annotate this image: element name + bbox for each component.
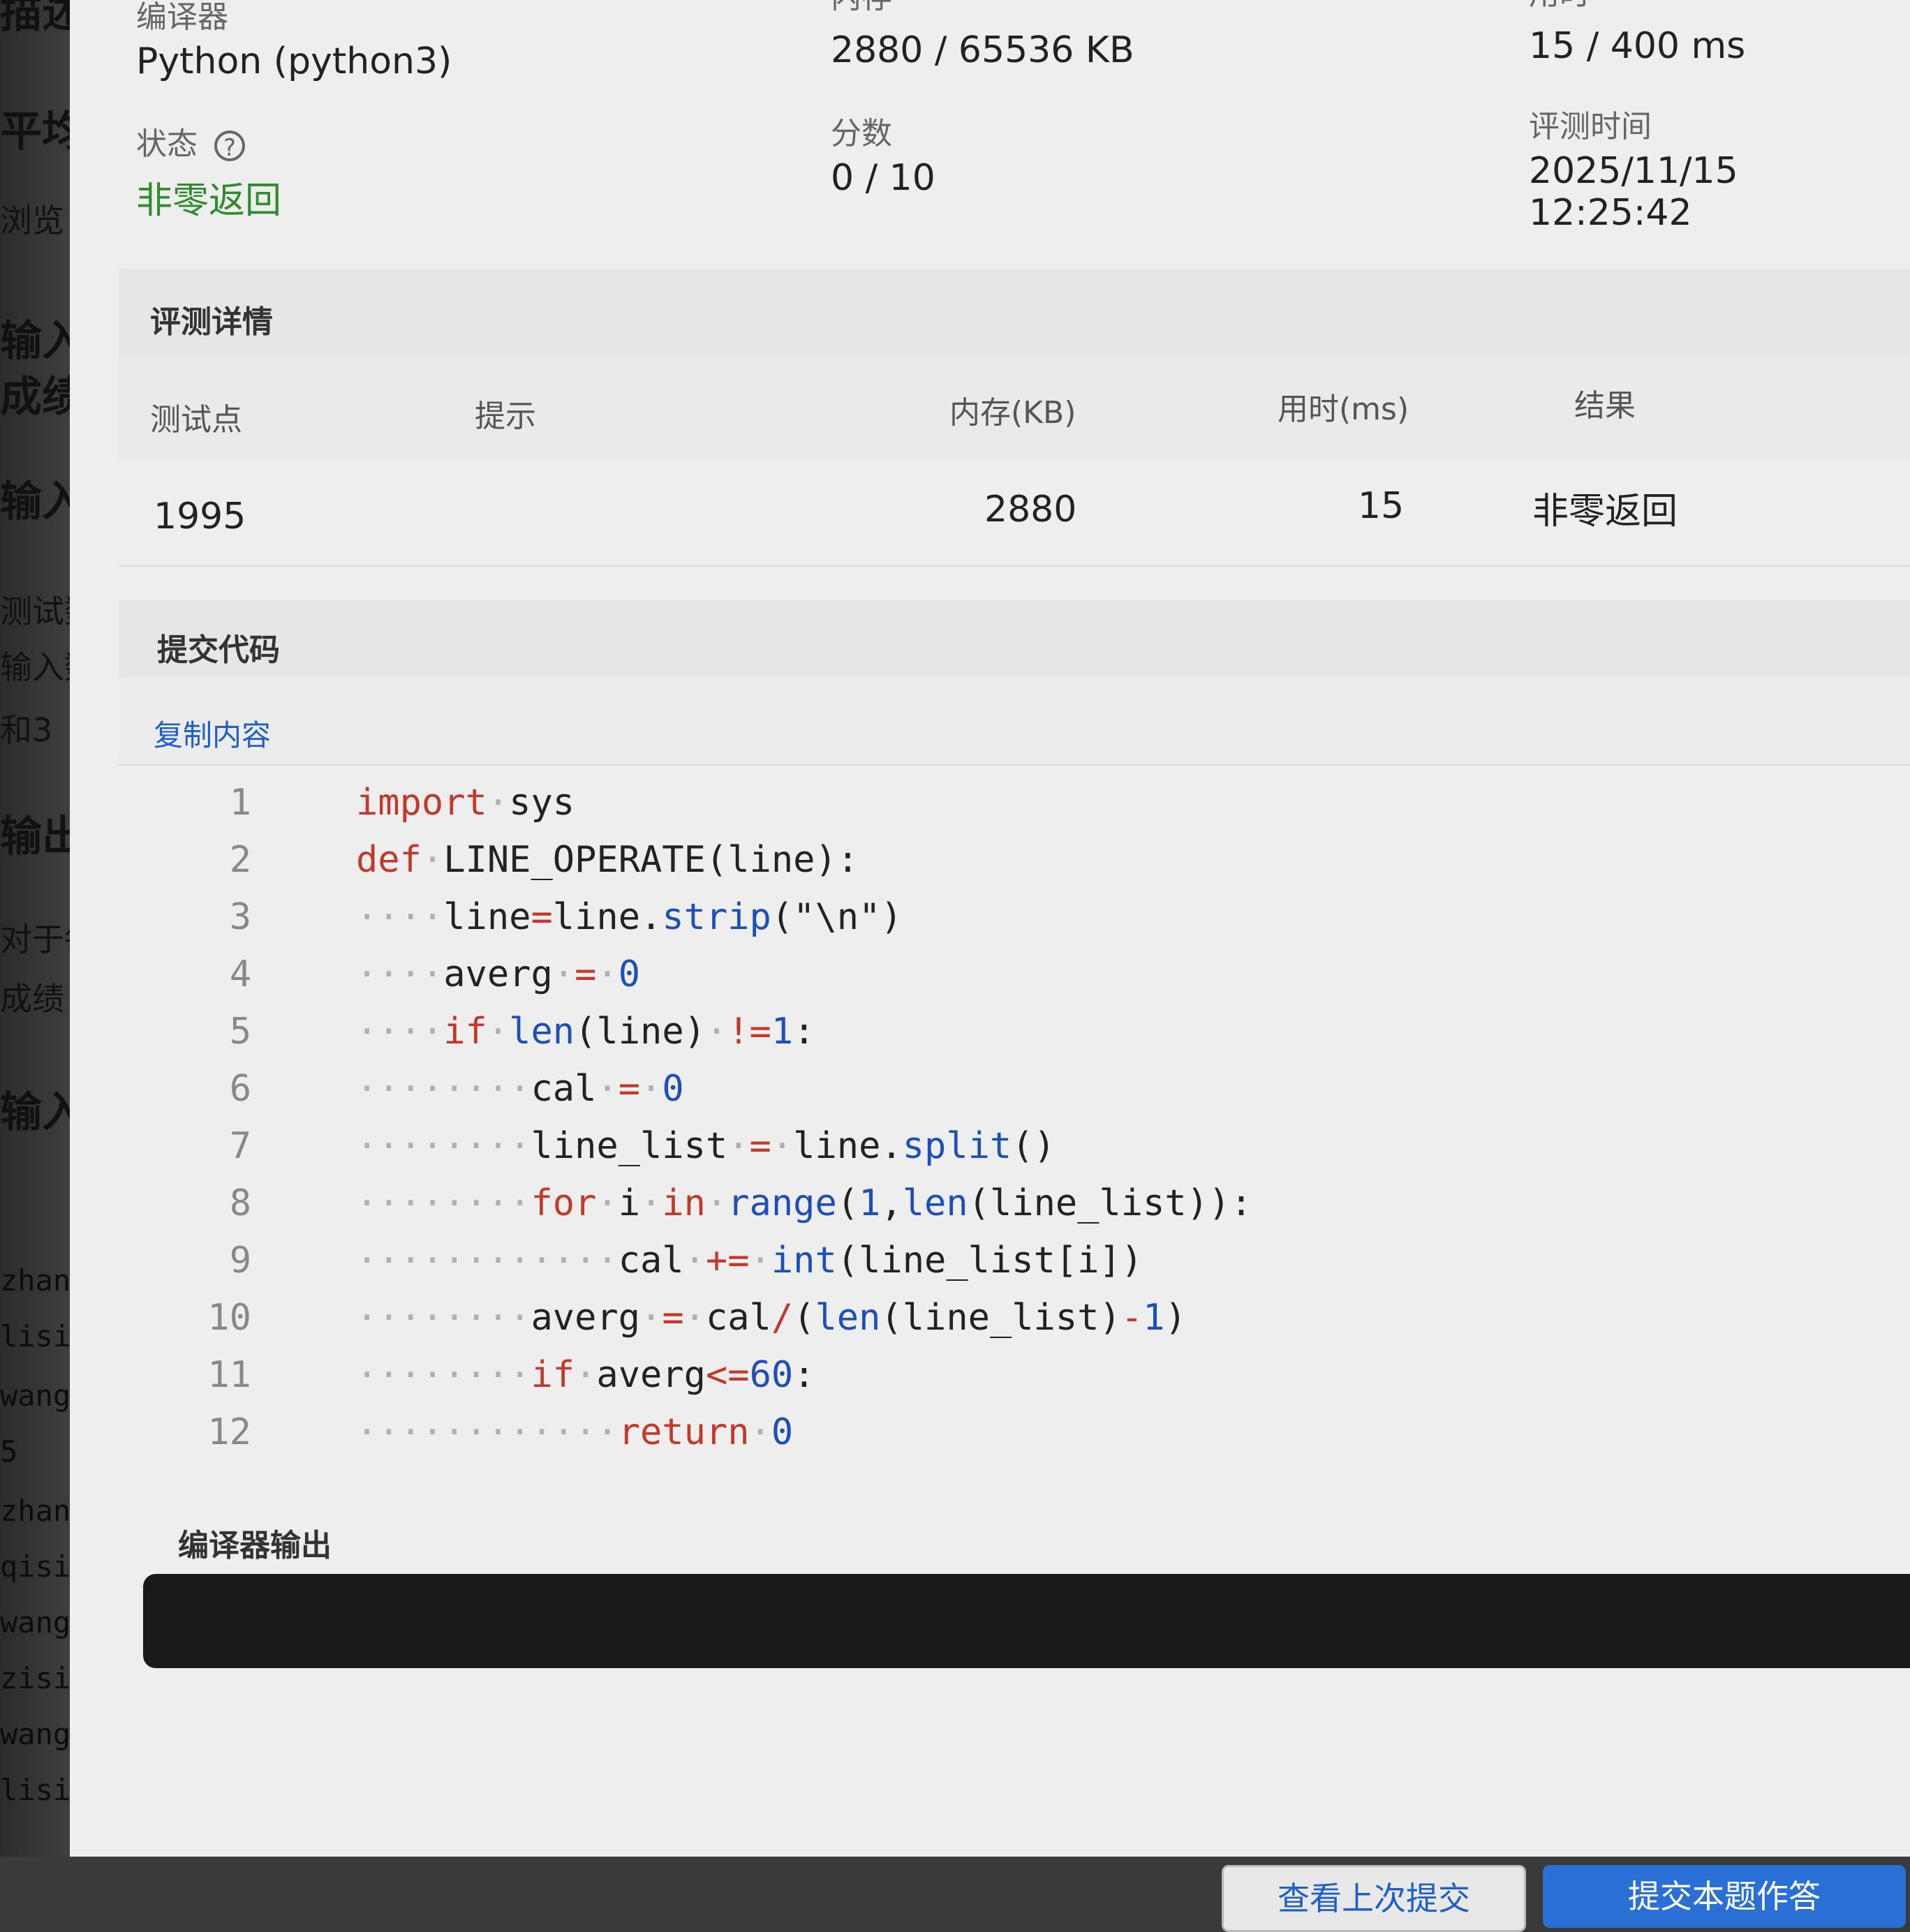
line-number: 12 (207, 1411, 251, 1453)
code-text: ········line_list·=·line.split() (356, 1125, 1056, 1167)
memory-value: 2880 / 65536 KB (831, 29, 1134, 71)
line-number: 11 (207, 1354, 251, 1396)
score-value: 0 / 10 (831, 157, 935, 199)
result-cell: 非零返回 (1532, 491, 1678, 533)
code-text: ········cal·=·0 (356, 1068, 684, 1110)
judge-details-header: 评测详情 (119, 269, 1910, 356)
status-value: 非零返回 (136, 180, 282, 222)
time-value: 15 / 400 ms (1529, 25, 1746, 67)
memory-label: 内存 (831, 0, 892, 17)
compiler-label: 编译器 (136, 0, 228, 35)
submitted-code-header: 提交代码 (119, 600, 1910, 677)
copy-bar: 复制内容 (119, 677, 1910, 766)
view-previous-submission-button[interactable]: 查看上次提交 (1222, 1865, 1526, 1932)
time-label: 用时 (1529, 0, 1590, 13)
code-text: ············cal·+=·int(line_list[i]) (356, 1240, 1143, 1281)
judge-details-title: 评测详情 (150, 304, 273, 340)
submit-answer-button[interactable]: 提交本题作答 (1543, 1865, 1906, 1928)
line-number: 4 (229, 953, 251, 995)
compiler-output-title: 编译器输出 (178, 1528, 332, 1563)
line-number: 6 (229, 1068, 251, 1110)
line-number: 10 (207, 1297, 251, 1339)
table-row[interactable]: 1995 2880 15 非零返回 (119, 461, 1910, 567)
background-text-fragment: 成绩 (0, 980, 64, 1018)
line-number: 9 (229, 1240, 251, 1281)
code-text: import·sys (356, 782, 575, 824)
line-number: 3 (229, 896, 251, 938)
code-text: ········if·averg<=60: (356, 1354, 815, 1396)
compiler-output-console (143, 1574, 1910, 1668)
score-label: 分数 (831, 116, 892, 151)
line-number: 2 (229, 839, 251, 881)
time-cell: 15 (1358, 485, 1405, 527)
column-hint: 提示 (475, 399, 536, 434)
column-case: 测试点 (150, 402, 242, 438)
status-label: 状态 ? (136, 119, 245, 163)
background-text-fragment: 浏览 (0, 202, 64, 239)
line-number: 5 (229, 1011, 251, 1053)
judge-details-columns: 测试点 提示 内存(KB) 用时(ms) 结果 (119, 356, 1910, 462)
code-text: ········averg·=·cal/(len(line_list)-1) (356, 1297, 1187, 1339)
column-memory: 内存(KB) (949, 395, 1076, 431)
column-result: 结果 (1574, 388, 1636, 424)
copy-content-link[interactable]: 复制内容 (154, 712, 271, 755)
help-circle-icon[interactable]: ? (214, 131, 245, 162)
code-text: def·LINE_OPERATE(line): (356, 839, 859, 881)
line-number: 7 (229, 1125, 251, 1167)
code-text: ············return·0 (356, 1411, 794, 1453)
memory-cell: 2880 (984, 489, 1077, 530)
code-text: ····if·len(line)·!=1: (356, 1011, 815, 1053)
background-text-fragment: 和3 (0, 711, 53, 749)
case-cell: 1995 (154, 496, 246, 537)
judge-time-label: 评测时间 (1529, 109, 1652, 144)
code-text: ····averg·=·0 (356, 953, 641, 995)
line-number: 8 (229, 1182, 251, 1224)
line-number: 1 (229, 782, 251, 824)
status-label-text: 状态 (136, 126, 198, 162)
compiler-value: Python (python3) (136, 40, 452, 82)
submitted-code-title: 提交代码 (157, 632, 280, 668)
background-text-fragment: 5 (0, 1434, 18, 1469)
code-text: ····line=line.strip("\n") (356, 896, 903, 938)
judge-time-value: 2025/11/15 12:25:42 (1529, 150, 1738, 234)
code-text: ········for·i·in·range(1,len(line_list))… (356, 1182, 1252, 1224)
column-time: 用时(ms) (1278, 392, 1409, 427)
